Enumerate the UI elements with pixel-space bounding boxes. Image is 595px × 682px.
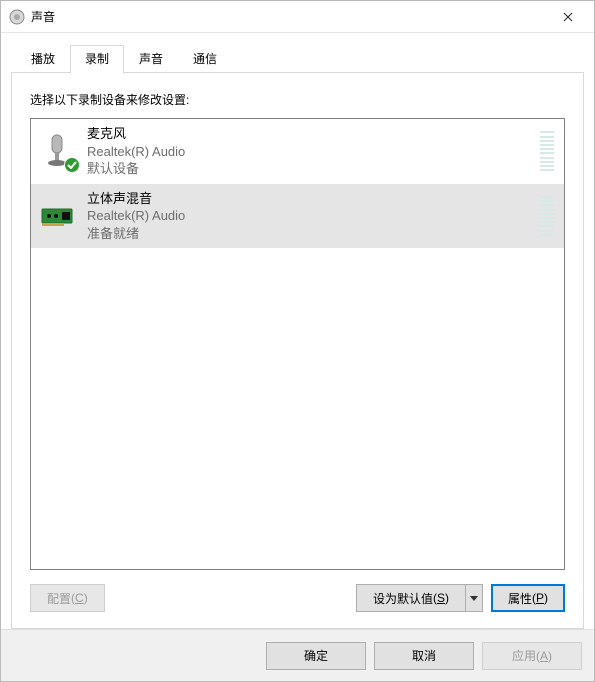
configure-hotkey: C	[75, 591, 84, 605]
device-text: 立体声混音 Realtek(R) Audio 准备就绪	[81, 190, 540, 243]
properties-button[interactable]: 属性(P)	[491, 584, 565, 612]
window-title: 声音	[31, 8, 545, 25]
tab-playback[interactable]: 播放	[16, 45, 70, 73]
titlebar: 声音	[1, 1, 594, 33]
app-icon	[9, 9, 25, 25]
level-meter	[540, 129, 554, 173]
level-meter	[540, 194, 554, 238]
recording-panel: 选择以下录制设备来修改设置:	[11, 73, 584, 629]
tab-communications[interactable]: 通信	[178, 45, 232, 73]
close-button[interactable]	[545, 2, 590, 32]
apply-hotkey: A	[540, 649, 548, 663]
configure-label: 配置	[47, 590, 71, 607]
device-text: 麦克风 Realtek(R) Audio 默认设备	[81, 125, 540, 178]
properties-hotkey: P	[536, 591, 544, 605]
device-name: 麦克风	[87, 125, 540, 143]
apply-button[interactable]: 应用(A)	[482, 642, 582, 670]
tab-sounds[interactable]: 声音	[124, 45, 178, 73]
set-default-hotkey: S	[437, 591, 445, 605]
soundcard-icon	[37, 195, 79, 237]
chevron-down-icon	[470, 596, 478, 601]
set-default-label: 设为默认值	[373, 590, 433, 607]
device-status: 准备就绪	[87, 225, 540, 243]
tab-recording[interactable]: 录制	[70, 45, 124, 74]
device-list[interactable]: 麦克风 Realtek(R) Audio 默认设备	[30, 118, 565, 570]
device-item-stereo-mix[interactable]: 立体声混音 Realtek(R) Audio 准备就绪	[31, 184, 564, 249]
sound-dialog: 声音 播放 录制 声音 通信 选择以下录制设备来修改设置:	[0, 0, 595, 682]
panel-button-row: 配置(C) 设为默认值(S) 属性(P)	[30, 584, 565, 612]
dialog-content: 播放 录制 声音 通信 选择以下录制设备来修改设置:	[1, 33, 594, 681]
instruction-text: 选择以下录制设备来修改设置:	[30, 91, 565, 108]
apply-label: 应用	[512, 647, 536, 664]
device-item-microphone[interactable]: 麦克风 Realtek(R) Audio 默认设备	[31, 119, 564, 184]
device-driver: Realtek(R) Audio	[87, 207, 540, 225]
default-check-icon	[64, 157, 80, 173]
configure-button[interactable]: 配置(C)	[30, 584, 105, 612]
device-driver: Realtek(R) Audio	[87, 143, 540, 161]
set-default-split-button[interactable]: 设为默认值(S)	[356, 584, 483, 612]
properties-label: 属性	[508, 590, 532, 607]
device-name: 立体声混音	[87, 190, 540, 208]
device-status: 默认设备	[87, 160, 540, 178]
tabstrip: 播放 录制 声音 通信	[1, 47, 594, 73]
dialog-button-bar: 确定 取消 应用(A)	[1, 629, 594, 681]
set-default-button[interactable]: 设为默认值(S)	[356, 584, 465, 612]
microphone-icon	[37, 130, 79, 172]
set-default-dropdown[interactable]	[465, 584, 483, 612]
ok-button[interactable]: 确定	[266, 642, 366, 670]
cancel-button[interactable]: 取消	[374, 642, 474, 670]
